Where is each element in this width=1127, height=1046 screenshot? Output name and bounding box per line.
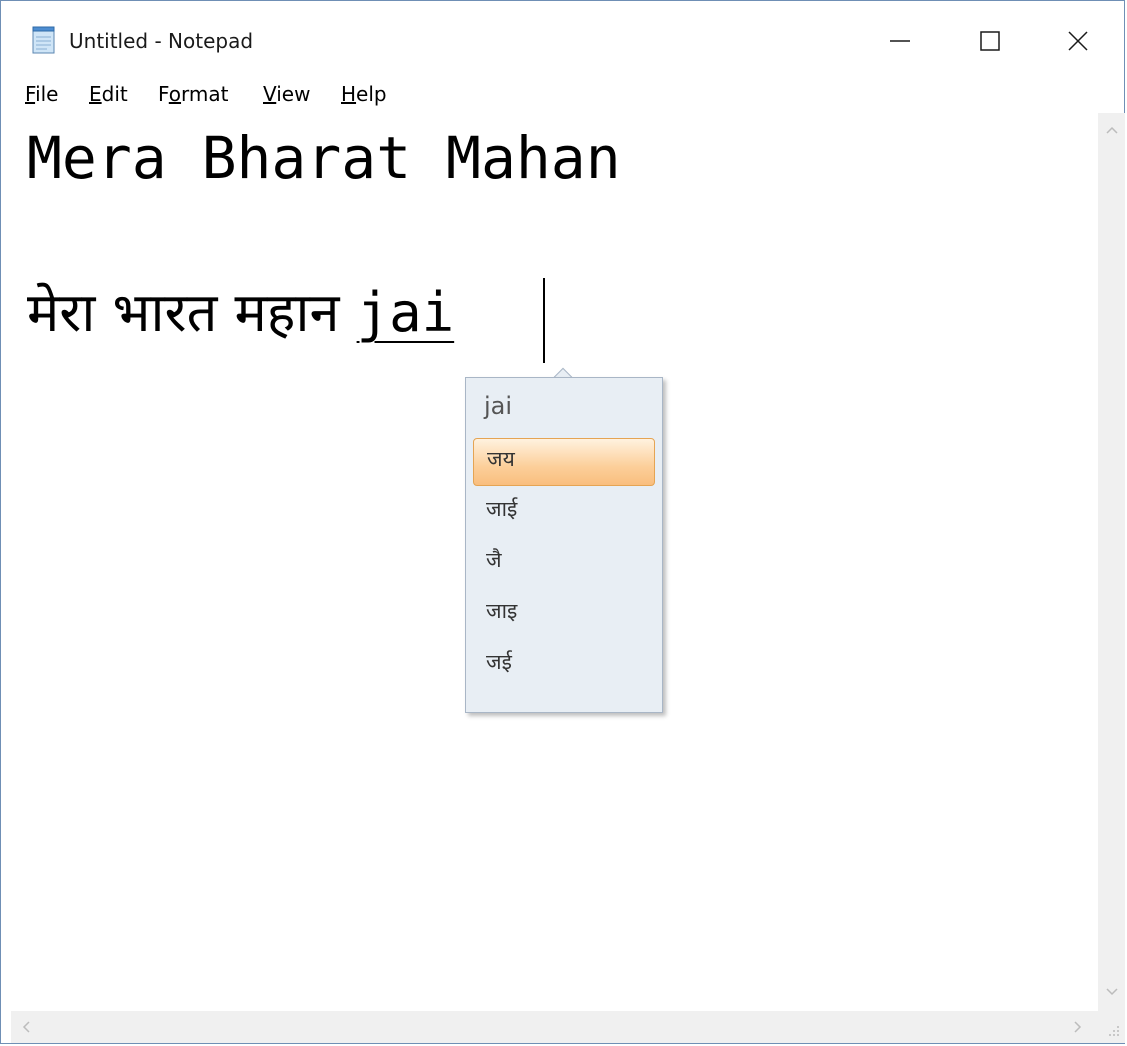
- menu-view[interactable]: View: [261, 79, 312, 109]
- ime-candidate-3[interactable]: जै: [473, 540, 655, 588]
- menu-format-prefix: F: [158, 82, 169, 106]
- window-title: Untitled - Notepad: [69, 29, 254, 53]
- menu-format-accel: o: [168, 82, 182, 106]
- scroll-up-icon[interactable]: [1106, 125, 1118, 135]
- menu-edit-accel: E: [89, 82, 102, 106]
- ime-candidate-5[interactable]: जई: [473, 642, 655, 690]
- editor-line-1: Mera Bharat Mahan: [27, 124, 621, 192]
- ime-candidate-popup: jai जय जाई जै जाइ जई: [465, 377, 663, 713]
- ime-candidate-2[interactable]: जाई: [473, 489, 655, 537]
- menu-bar: File Edit Format View Help: [1, 79, 1124, 111]
- size-grip[interactable]: [1098, 1011, 1125, 1043]
- scroll-right-icon[interactable]: [1073, 1021, 1083, 1033]
- minimize-button[interactable]: [865, 11, 935, 71]
- menu-help-accel: H: [341, 82, 357, 106]
- menu-file-accel: F: [25, 82, 36, 106]
- menu-edit-label: dit: [101, 82, 128, 106]
- scroll-down-icon[interactable]: [1106, 987, 1118, 997]
- menu-edit[interactable]: Edit: [87, 79, 130, 109]
- maximize-button[interactable]: [955, 11, 1025, 71]
- maximize-icon: [980, 31, 1000, 51]
- menu-view-label: iew: [276, 82, 311, 106]
- menu-help-label: elp: [356, 82, 387, 106]
- text-caret: [543, 278, 545, 363]
- horizontal-scrollbar[interactable]: [11, 1011, 1098, 1043]
- title-bar[interactable]: Untitled - Notepad: [1, 1, 1124, 79]
- ime-candidate-1[interactable]: जय: [473, 438, 655, 486]
- ime-composition-text: jai: [356, 281, 455, 344]
- close-button[interactable]: [1043, 11, 1113, 71]
- menu-view-accel: V: [263, 82, 277, 106]
- hindi-text: मेरा भारत महान: [27, 281, 357, 344]
- close-icon: [1068, 31, 1088, 51]
- editor-line-2: मेरा भारत महान jai: [27, 273, 454, 353]
- ime-input-text: jai: [484, 392, 513, 420]
- menu-help[interactable]: Help: [339, 79, 389, 109]
- minimize-icon: [890, 40, 910, 42]
- vertical-scrollbar[interactable]: [1098, 113, 1125, 1011]
- scroll-left-icon[interactable]: [21, 1021, 31, 1033]
- menu-format[interactable]: Format: [156, 79, 231, 109]
- size-grip-icon: [1109, 1026, 1119, 1036]
- ime-candidate-4[interactable]: जाइ: [473, 591, 655, 639]
- menu-file[interactable]: File: [23, 79, 60, 109]
- menu-format-label: rmat: [181, 82, 229, 106]
- notepad-icon: [32, 26, 55, 54]
- menu-file-label: ile: [35, 82, 59, 106]
